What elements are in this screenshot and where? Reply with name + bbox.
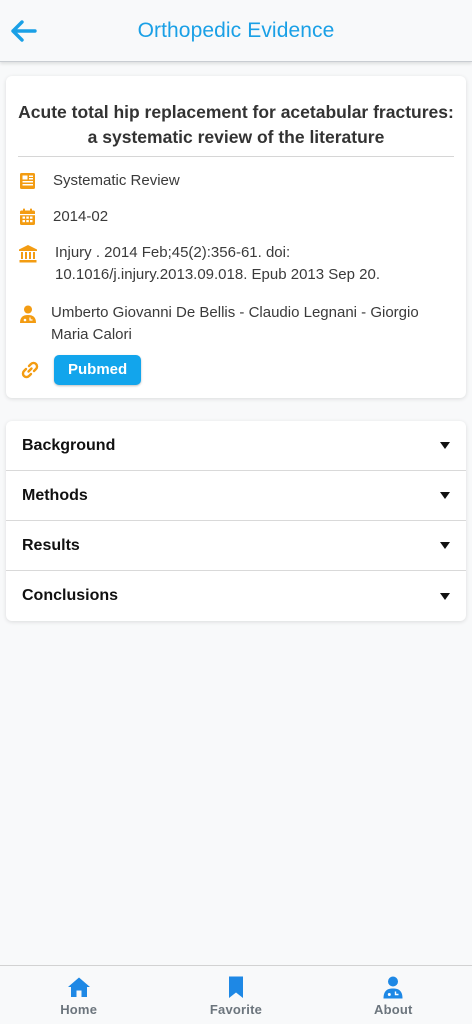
article-title: Acute total hip replacement for acetabul… xyxy=(18,102,454,147)
article-authors-row: Umberto Giovanni De Bellis - Claudio Leg… xyxy=(18,304,458,346)
article-link-row: Pubmed xyxy=(18,355,458,385)
section-label: Methods xyxy=(22,486,88,504)
arrow-left-icon xyxy=(11,20,37,42)
newspaper-icon xyxy=(20,173,35,189)
divider xyxy=(18,156,454,157)
article-authors: Umberto Giovanni De Bellis - Claudio Leg… xyxy=(51,304,419,343)
section-label: Results xyxy=(22,536,80,554)
article-citation: Injury . 2014 Feb;45(2):356-61. doi: 10.… xyxy=(55,244,380,283)
app-header: Orthopedic Evidence xyxy=(0,0,472,62)
link-icon xyxy=(21,361,39,379)
section-results[interactable]: Results xyxy=(6,521,466,571)
nav-label: Favorite xyxy=(209,1002,263,1017)
nav-favorite[interactable]: Favorite xyxy=(157,966,314,1024)
section-label: Conclusions xyxy=(22,587,119,604)
nav-label: About xyxy=(374,1002,413,1017)
home-icon xyxy=(67,977,90,997)
sections-accordion: Background Methods Results Conclusions xyxy=(6,421,466,621)
user-doctor-icon xyxy=(20,305,36,323)
bottom-nav: Home Favorite About xyxy=(0,965,472,1024)
section-label: Background xyxy=(22,436,116,454)
article-citation-row: Injury . 2014 Feb;45(2):356-61. doi: 10.… xyxy=(18,244,458,286)
back-button[interactable] xyxy=(10,17,38,45)
article-date-row: 2014-02 xyxy=(18,207,458,228)
bookmark-icon xyxy=(228,976,243,998)
caret-down-icon xyxy=(440,492,450,499)
section-background[interactable]: Background xyxy=(6,421,466,471)
caret-down-icon xyxy=(440,442,450,449)
user-doctor-icon xyxy=(383,976,403,999)
section-conclusions[interactable]: Conclusions xyxy=(6,571,466,621)
article-type-row: Systematic Review xyxy=(18,171,458,192)
caret-down-icon xyxy=(440,592,450,600)
pubmed-button[interactable]: Pubmed xyxy=(54,355,142,385)
institution-icon xyxy=(19,245,37,263)
article-card: Acute total hip replacement for acetabul… xyxy=(6,76,466,398)
article-type: Systematic Review xyxy=(53,172,180,189)
calendar-icon xyxy=(20,208,35,225)
nav-about[interactable]: About xyxy=(315,966,472,1024)
nav-label: Home xyxy=(60,1002,98,1017)
caret-down-icon xyxy=(440,542,450,549)
section-methods[interactable]: Methods xyxy=(6,471,466,521)
nav-home[interactable]: Home xyxy=(0,966,157,1024)
article-date: 2014-02 xyxy=(53,208,109,225)
page-title: Orthopedic Evidence xyxy=(137,18,335,42)
